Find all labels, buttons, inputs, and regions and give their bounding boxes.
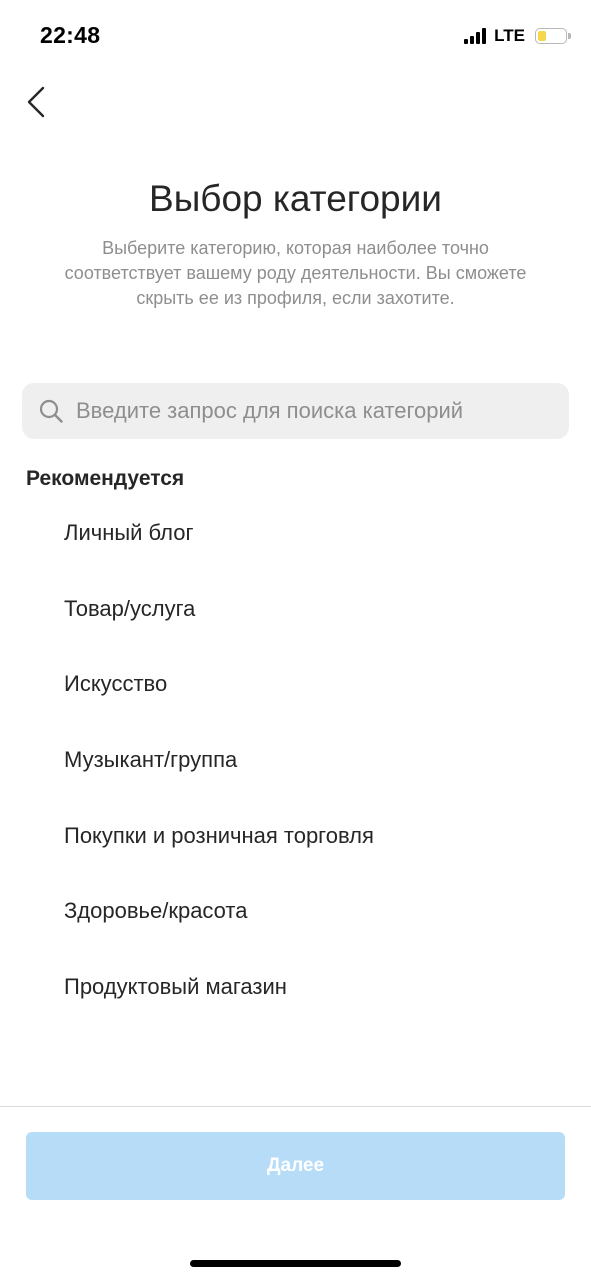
category-item[interactable]: Покупки и розничная торговля bbox=[0, 798, 591, 874]
next-button[interactable]: Далее bbox=[26, 1132, 565, 1200]
search-box[interactable] bbox=[22, 383, 569, 439]
chevron-left-icon bbox=[27, 86, 45, 118]
battery-icon bbox=[535, 28, 571, 44]
status-time: 22:48 bbox=[40, 22, 101, 48]
category-item[interactable]: Товар/услуга bbox=[0, 571, 591, 647]
section-header-recommended: Рекомендуется bbox=[26, 467, 185, 490]
back-button[interactable] bbox=[16, 80, 56, 124]
category-item[interactable]: Продуктовый магазин bbox=[0, 949, 591, 1025]
category-item[interactable]: Искусство bbox=[0, 646, 591, 722]
category-list: Личный блог Товар/услуга Искусство Музык… bbox=[0, 495, 591, 1025]
category-item[interactable]: Музыкант/группа bbox=[0, 722, 591, 798]
footer-divider bbox=[0, 1106, 591, 1107]
search-icon bbox=[39, 399, 63, 423]
status-bar: 22:48 LTE bbox=[0, 0, 591, 74]
battery-level bbox=[538, 31, 546, 41]
search-input[interactable] bbox=[76, 398, 569, 424]
category-item[interactable]: Личный блог bbox=[0, 495, 591, 571]
home-indicator bbox=[190, 1260, 401, 1267]
status-indicators: LTE bbox=[464, 26, 571, 46]
signal-strength-icon bbox=[464, 28, 487, 44]
page-subtitle: Выберите категорию, которая наиболее точ… bbox=[64, 238, 527, 308]
page-title: Выбор категории bbox=[149, 178, 442, 219]
network-type: LTE bbox=[494, 26, 525, 45]
category-item[interactable]: Здоровье/красота bbox=[0, 873, 591, 949]
